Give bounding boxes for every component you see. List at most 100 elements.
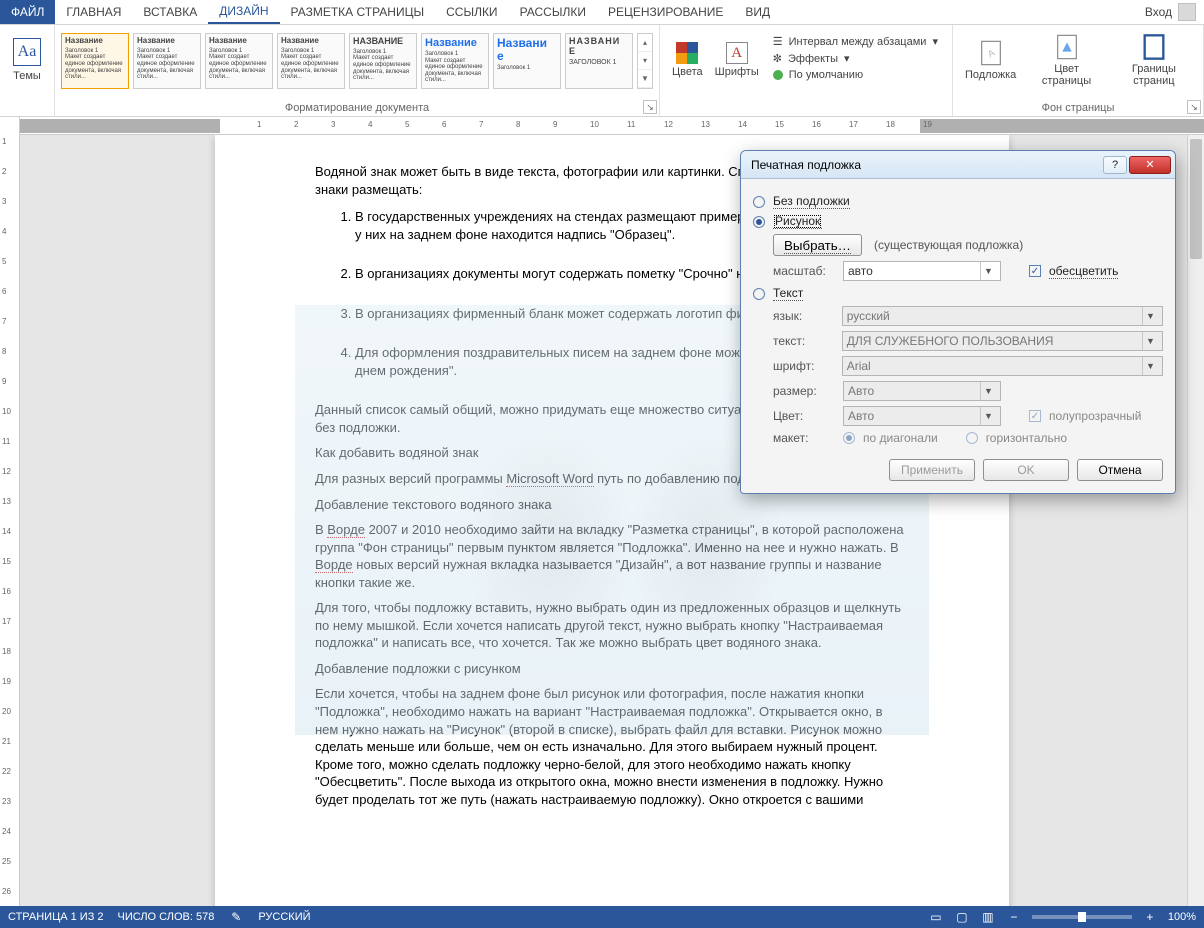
radio-no-watermark[interactable] [753, 196, 765, 208]
effects-label: Эффекты [788, 53, 838, 65]
proofing-icon[interactable]: ✎ [228, 909, 244, 925]
select-picture-hint: (существующая подложка) [874, 238, 1023, 252]
washout-checkbox[interactable] [1029, 265, 1041, 277]
page-background-group-label: Фон страницы [959, 99, 1197, 114]
ok-button[interactable]: OK [983, 459, 1069, 481]
zoom-thumb[interactable] [1078, 912, 1086, 922]
tab-review[interactable]: РЕЦЕНЗИРОВАНИЕ [597, 0, 734, 24]
zoom-in-icon[interactable]: + [1142, 909, 1158, 925]
font-combo: Arial▼ [842, 356, 1163, 376]
formatting-preset[interactable]: НазваниеЗаголовок 1Макет создает единое … [277, 33, 345, 89]
formatting-preset[interactable]: НазваниеЗаголовок 1Макет создает единое … [421, 33, 489, 89]
horizontal-ruler[interactable]: 12345678910111213141516171819 [20, 117, 1204, 135]
layout-diagonal-label: по диагонали [863, 431, 938, 445]
formatting-preset[interactable]: НАЗВАНИЕЗАГОЛОВОК 1 [565, 33, 633, 89]
formatting-preset[interactable]: НазваниеЗаголовок 1Макет создает единое … [61, 33, 129, 89]
view-read-icon[interactable]: ▭ [928, 909, 944, 925]
status-bar: СТРАНИЦА 1 ИЗ 2 ЧИСЛО СЛОВ: 578 ✎ РУССКИ… [0, 906, 1204, 928]
avatar-icon [1178, 3, 1196, 21]
colors-label: Цвета [672, 66, 703, 78]
ribbon-tabs: ФАЙЛ ГЛАВНАЯ ВСТАВКА ДИЗАЙН РАЗМЕТКА СТР… [0, 0, 1204, 25]
font-label: шрифт: [773, 359, 834, 373]
status-page[interactable]: СТРАНИЦА 1 ИЗ 2 [8, 911, 104, 923]
zoom-out-icon[interactable]: − [1006, 909, 1022, 925]
radio-text[interactable] [753, 288, 765, 300]
dialog-help-button[interactable]: ? [1103, 156, 1127, 174]
status-word-count[interactable]: ЧИСЛО СЛОВ: 578 [118, 911, 215, 923]
layout-label: макет: [773, 431, 835, 445]
page-borders-label: Границы страниц [1117, 63, 1191, 87]
page-color-button[interactable]: Цвет страницы [1028, 29, 1105, 91]
formatting-preset[interactable]: НазваниеЗаголовок 1Макет создает единое … [133, 33, 201, 89]
default-label: По умолчанию [789, 69, 863, 81]
colors-button[interactable]: Цвета [666, 29, 709, 91]
formatting-preset[interactable]: НазваниеЗаголовок 1 [493, 33, 561, 89]
label-text: Текст [773, 286, 803, 301]
vertical-ruler[interactable]: 1234567891011121314151617181920212223242… [0, 117, 20, 906]
dialog-close-button[interactable]: ✕ [1129, 156, 1171, 174]
tab-insert[interactable]: ВСТАВКА [132, 0, 208, 24]
apply-button[interactable]: Применить [889, 459, 975, 481]
size-combo: Авто▼ [843, 381, 1001, 401]
radio-picture[interactable] [753, 216, 765, 228]
select-picture-button[interactable]: Выбрать… [773, 234, 862, 256]
paragraph-spacing-button[interactable]: ☰Интервал между абзацами▾ [773, 35, 938, 48]
fonts-button[interactable]: A Шрифты [709, 29, 765, 91]
language-combo: русский▼ [842, 306, 1163, 326]
watermark-icon: A [977, 39, 1005, 67]
semitransparent-checkbox [1029, 410, 1041, 422]
paragraph: Добавление подложки с рисунком [315, 660, 909, 678]
formatting-preset[interactable]: НАЗВАНИЕЗаголовок 1Макет создает единое … [349, 33, 417, 89]
tab-mailings[interactable]: РАССЫЛКИ [509, 0, 597, 24]
vertical-scrollbar[interactable] [1187, 135, 1204, 906]
tab-home[interactable]: ГЛАВНАЯ [55, 0, 132, 24]
formatting-dialog-launcher[interactable]: ↘ [643, 100, 657, 114]
scale-combo[interactable]: авто▼ [843, 261, 1001, 281]
login-label: Вход [1145, 5, 1172, 19]
tab-design[interactable]: ДИЗАЙН [208, 0, 279, 24]
scrollbar-thumb[interactable] [1190, 139, 1202, 259]
layout-horizontal-label: горизонтально [986, 431, 1067, 445]
chevron-down-icon: ▾ [844, 52, 850, 65]
tab-view[interactable]: ВИД [734, 0, 781, 24]
tab-file[interactable]: ФАЙЛ [0, 0, 55, 24]
themes-icon: Aa [13, 38, 41, 66]
color-combo: Авто▼ [843, 406, 1001, 426]
tab-page-layout[interactable]: РАЗМЕТКА СТРАНИЦЫ [280, 0, 436, 24]
watermark-dialog: Печатная подложка ? ✕ Без подложки Рисун… [740, 150, 1176, 494]
formatting-preset[interactable]: НазваниеЗаголовок 1Макет создает единое … [205, 33, 273, 89]
dialog-title: Печатная подложка [751, 158, 1101, 172]
paragraph: Для того, чтобы подложку вставить, нужно… [315, 599, 909, 652]
cancel-button[interactable]: Отмена [1077, 459, 1163, 481]
label-no-watermark: Без подложки [773, 194, 850, 209]
tab-references[interactable]: ССЫЛКИ [435, 0, 508, 24]
color-label: Цвет: [773, 409, 835, 423]
account-login[interactable]: Вход [1145, 0, 1204, 24]
status-language[interactable]: РУССКИЙ [258, 911, 310, 923]
formatting-group-label: Форматирование документа [61, 99, 653, 114]
spacing-icon: ☰ [773, 35, 783, 48]
paragraph: Добавление текстового водяного знака [315, 496, 909, 514]
radio-horizontal [966, 432, 978, 444]
themes-label: Темы [13, 70, 41, 82]
radio-diagonal [843, 432, 855, 444]
size-label: размер: [773, 384, 835, 398]
view-web-icon[interactable]: ▥ [980, 909, 996, 925]
text-combo: ДЛЯ СЛУЖЕБНОГО ПОЛЬЗОВАНИЯ▼ [842, 331, 1163, 351]
watermark-button[interactable]: A Подложка [959, 29, 1022, 91]
formatting-gallery[interactable]: НазваниеЗаголовок 1Макет создает единое … [61, 29, 653, 93]
paragraph: В Ворде 2007 и 2010 необходимо зайти на … [315, 521, 909, 591]
status-zoom[interactable]: 100% [1168, 911, 1196, 923]
set-default-button[interactable]: По умолчанию [773, 69, 938, 81]
zoom-slider[interactable] [1032, 915, 1132, 919]
formatting-gallery-more[interactable]: ▴▾▼ [637, 33, 653, 89]
label-picture: Рисунок [773, 214, 822, 229]
page-borders-button[interactable]: Границы страниц [1111, 29, 1197, 91]
paragraph: Если хочется, чтобы на заднем фоне был р… [315, 685, 909, 808]
page-background-dialog-launcher[interactable]: ↘ [1187, 100, 1201, 114]
check-icon [773, 70, 783, 80]
dialog-titlebar[interactable]: Печатная подложка ? ✕ [741, 151, 1175, 179]
themes-button[interactable]: Aa Темы [6, 29, 48, 91]
effects-button[interactable]: ✼Эффекты▾ [773, 52, 938, 65]
view-print-icon[interactable]: ▢ [954, 909, 970, 925]
